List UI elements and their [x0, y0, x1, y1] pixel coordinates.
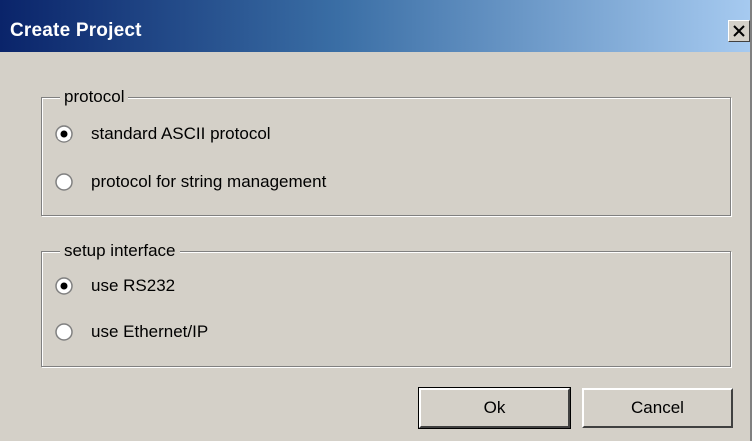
radio-string-management[interactable]: protocol for string management — [55, 172, 326, 192]
radio-unchecked-icon[interactable] — [55, 173, 73, 191]
create-project-dialog: Create Project protocol standard ASCII p… — [0, 0, 752, 441]
radio-unchecked-icon[interactable] — [55, 323, 73, 341]
ok-button[interactable]: Ok — [418, 387, 571, 429]
protocol-group: protocol — [41, 87, 731, 216]
radio-checked-icon[interactable] — [55, 125, 73, 143]
title-bar[interactable]: Create Project — [0, 0, 750, 52]
setup-interface-group-label: setup interface — [60, 241, 180, 261]
radio-label: standard ASCII protocol — [91, 124, 271, 143]
radio-standard-ascii[interactable]: standard ASCII protocol — [55, 124, 271, 144]
window-title: Create Project — [10, 20, 142, 41]
setup-interface-group: setup interface — [41, 241, 731, 367]
radio-use-rs232[interactable]: use RS232 — [55, 276, 175, 296]
radio-label: use RS232 — [91, 276, 176, 295]
protocol-group-label: protocol — [60, 87, 129, 107]
close-button[interactable] — [728, 20, 750, 42]
radio-use-ethernet[interactable]: use Ethernet/IP — [55, 322, 208, 342]
radio-label: protocol for string management — [91, 172, 327, 191]
cancel-button[interactable]: Cancel — [582, 388, 733, 428]
radio-label: use Ethernet/IP — [91, 322, 209, 341]
close-icon — [733, 25, 745, 37]
radio-checked-icon[interactable] — [55, 277, 73, 295]
